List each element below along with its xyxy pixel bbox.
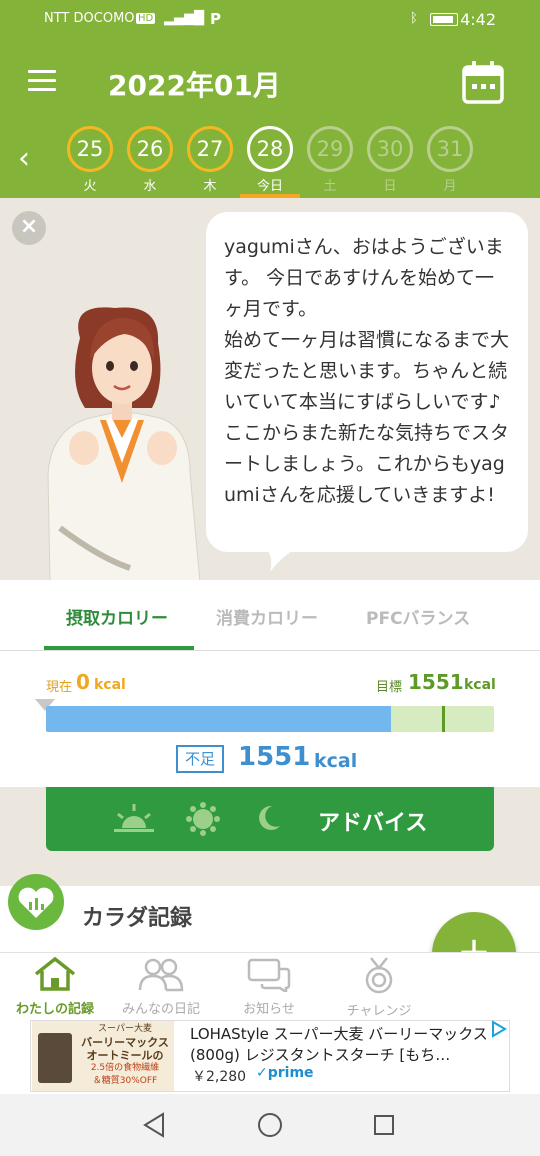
ad-price: ￥2,280 [192,1069,247,1085]
moon-icon [259,805,280,830]
heart-chart-icon[interactable] [8,874,64,930]
hd-icon: HD [136,13,156,24]
prev-week-chevron-icon[interactable]: ‹ [18,144,30,174]
close-message-button[interactable]: × [12,211,46,245]
target-kcal-unit: kcal [464,677,496,693]
wifi-icon: ◠ [186,11,198,26]
body-record-title: カラダ記録 [82,906,193,931]
bluetooth-icon: ᛒ [410,11,418,26]
medal-icon [365,957,393,994]
today-indicator [240,194,300,198]
home-icon [34,956,76,991]
hamburger-menu-icon[interactable] [28,70,56,92]
nav-notifications[interactable]: お知らせ [214,956,324,1017]
sun-icon [186,802,220,836]
target-tick [442,706,445,732]
ad-product-image[interactable]: スーパー大麦 バーリーマックス オートミールの 2.5倍の食物繊維 ＆糖質30%… [32,1021,174,1091]
nav-challenge[interactable]: チャレンジ [324,956,434,1019]
calorie-progress-fill [46,706,391,732]
recents-icon[interactable] [373,1114,395,1136]
shortage-badge: 不足 [176,745,224,773]
people-icon [138,958,184,992]
adchoices-icon[interactable] [490,1020,508,1038]
bubble-tail [266,548,298,572]
target-kcal-value: 1551 [408,670,464,694]
nav-my-records[interactable]: わたしの記録 [0,956,110,1017]
ad-title[interactable]: LOHAStyle スーパー大麦 バーリーマックス (800g) レジスタントス… [190,1024,490,1066]
signal-icon: ▂▄▆█ [164,11,204,26]
advisor-character-illustration [40,298,210,583]
tab-burned-calories[interactable]: 消費カロリー [216,604,318,629]
month-title: 2022年01月 [108,69,281,102]
home-circle-icon[interactable] [257,1112,283,1138]
advisor-message-bubble: yagumiさん、おはようございます。 今日であすけんを始めて一ヶ月です。 始め… [206,212,528,552]
current-kcal-value: 0 [76,670,90,694]
day-30[interactable]: 30 日 [366,126,414,194]
carrier-name: NTT DOCOMO [44,11,135,26]
advice-label: アドバイス [318,811,428,836]
shortage-kcal-value: 1551 [238,742,311,772]
nav-everyones-diary[interactable]: みんなの日記 [106,956,216,1017]
chat-icon [247,958,291,995]
day-26[interactable]: 26 水 [126,126,174,194]
clock: 4:42 [460,10,496,29]
day-31[interactable]: 31 月 [426,126,474,194]
day-27[interactable]: 27 木 [186,126,234,194]
sunrise-icon [114,804,154,832]
shortage-kcal-unit: kcal [314,750,358,772]
current-label: 現在 [46,680,73,695]
day-28-today[interactable]: 28 今日 [246,126,294,194]
parking-icon: P [210,10,221,28]
day-29[interactable]: 29 土 [306,126,354,194]
ad-prime-badge: ✓prime [256,1065,314,1081]
target-label: 目標 [376,680,403,695]
tab-pfc-balance[interactable]: PFCバランス [366,604,470,629]
advisor-message-text: yagumiさん、おはようございます。 今日であすけんを始めて一ヶ月です。 始め… [224,236,510,506]
status-bar: NTT DOCOMO HD ▂▄▆█ ◠ P ᛒ 4:42 [0,0,540,40]
tab-intake-calories[interactable]: 摂取カロリー [66,604,168,629]
battery-icon [430,13,458,26]
calendar-icon[interactable] [462,60,504,104]
back-icon[interactable] [142,1112,166,1138]
current-kcal-unit: kcal [94,677,126,693]
day-25[interactable]: 25 火 [66,126,114,194]
